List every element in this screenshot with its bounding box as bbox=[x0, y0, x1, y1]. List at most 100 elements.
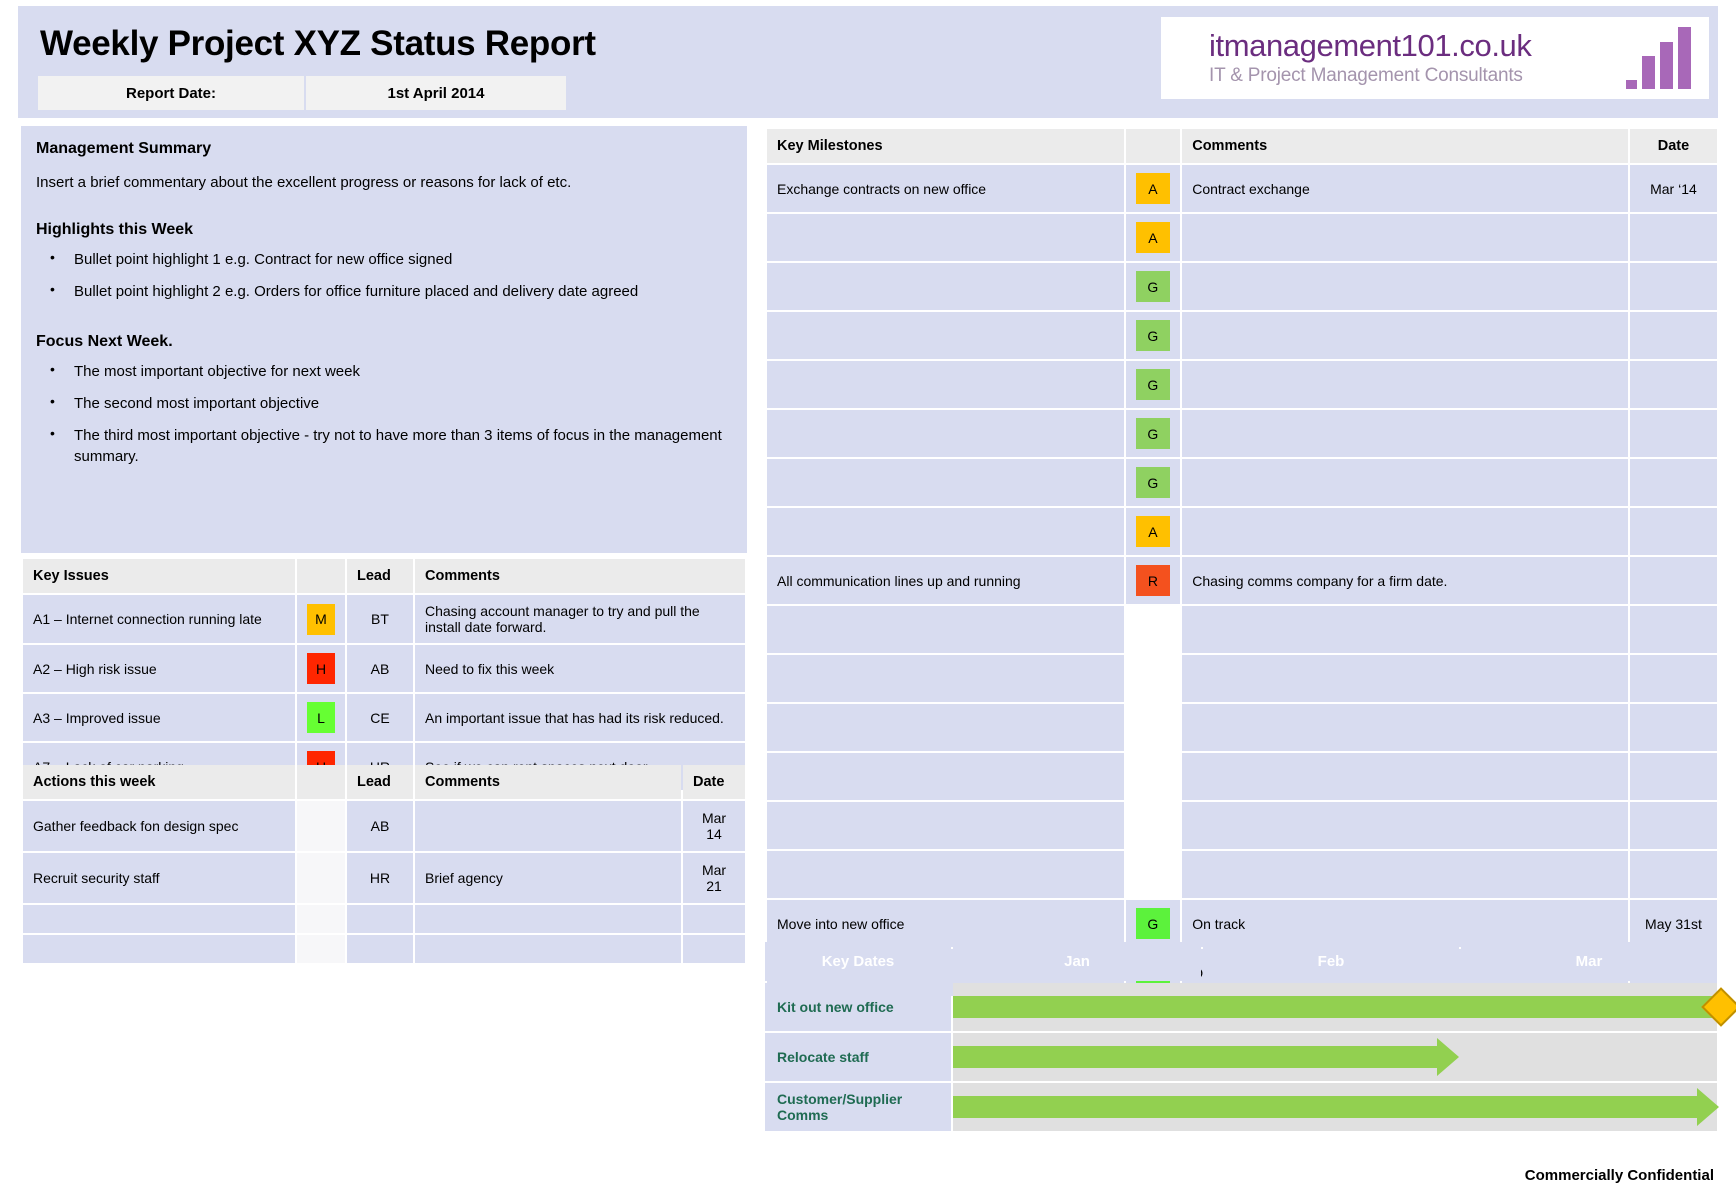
status-badge: R bbox=[1126, 557, 1181, 604]
milestone-name bbox=[767, 704, 1124, 751]
management-summary-panel: Management Summary Insert a brief commen… bbox=[21, 126, 747, 553]
milestone-comment bbox=[1182, 214, 1628, 261]
status-badge bbox=[1126, 704, 1181, 751]
rag-value: G bbox=[1136, 908, 1171, 939]
milestone-date: Mar ‘14 bbox=[1630, 165, 1717, 212]
status-badge: G bbox=[1126, 312, 1181, 359]
action-lead bbox=[347, 935, 413, 963]
milestone-date bbox=[1630, 214, 1717, 261]
col-action-date: Date bbox=[683, 765, 745, 799]
list-item: The most important objective for next we… bbox=[36, 361, 732, 382]
rag-value: M bbox=[307, 604, 335, 635]
milestone-comment bbox=[1182, 410, 1628, 457]
key-dates-gantt: Key Dates Jan Feb Mar Kit out new office… bbox=[763, 940, 1719, 1133]
issue-lead: AB bbox=[347, 645, 413, 692]
col-milestone-comments: Comments bbox=[1182, 129, 1628, 163]
rag-value bbox=[1136, 859, 1171, 890]
highlights-heading: Highlights this Week bbox=[36, 221, 732, 239]
table-row: A3 – Improved issue L CE An important is… bbox=[23, 694, 745, 741]
status-badge: G bbox=[1126, 410, 1181, 457]
table-row bbox=[767, 606, 1717, 653]
col-action-comments: Comments bbox=[415, 765, 681, 799]
action-date: Mar 14 bbox=[683, 801, 745, 851]
table-row: A bbox=[767, 214, 1717, 261]
report-date-box: Report Date: 1st April 2014 bbox=[38, 76, 566, 110]
action-name: Gather feedback fon design spec bbox=[23, 801, 295, 851]
management-summary-heading: Management Summary bbox=[36, 140, 732, 158]
gantt-task-label: Kit out new office bbox=[765, 983, 951, 1031]
rag-value: G bbox=[1136, 369, 1171, 400]
milestone-comment bbox=[1182, 508, 1628, 555]
gantt-track bbox=[953, 983, 1717, 1031]
milestone-date bbox=[1630, 361, 1717, 408]
table-header-row: Key Issues Lead Comments bbox=[23, 559, 745, 593]
milestone-comment: Contract exchange bbox=[1182, 165, 1628, 212]
table-row bbox=[767, 704, 1717, 751]
action-lead: HR bbox=[347, 853, 413, 903]
milestone-date bbox=[1630, 410, 1717, 457]
gantt-table: Key Dates Jan Feb Mar Kit out new office… bbox=[763, 940, 1719, 1133]
rag-value: G bbox=[1136, 467, 1171, 498]
status-badge: H bbox=[297, 645, 345, 692]
col-milestone-rag bbox=[1126, 129, 1181, 163]
rag-value bbox=[1136, 712, 1171, 743]
report-date-value: 1st April 2014 bbox=[306, 76, 566, 110]
table-row: G bbox=[767, 361, 1717, 408]
status-badge: A bbox=[1126, 214, 1181, 261]
logo-company-name: itmanagement101.co.uk bbox=[1209, 29, 1626, 63]
table-row: Exchange contracts on new officeAContrac… bbox=[767, 165, 1717, 212]
milestone-comment bbox=[1182, 459, 1628, 506]
milestone-name bbox=[767, 606, 1124, 653]
rag-value bbox=[1136, 761, 1171, 792]
rag-value bbox=[1136, 614, 1171, 645]
table-row: A1 – Internet connection running late M … bbox=[23, 595, 745, 643]
table-row: Recruit security staff HR Brief agency M… bbox=[23, 853, 745, 903]
rag-value: R bbox=[1136, 565, 1171, 596]
table-row: Gather feedback fon design spec AB Mar 1… bbox=[23, 801, 745, 851]
milestone-comment bbox=[1182, 263, 1628, 310]
rag-value: G bbox=[1136, 271, 1171, 302]
rag-value: A bbox=[1136, 516, 1171, 547]
table-row bbox=[23, 905, 745, 933]
page-title: Weekly Project XYZ Status Report bbox=[40, 24, 596, 64]
milestone-name bbox=[767, 508, 1124, 555]
status-badge bbox=[1126, 655, 1181, 702]
gantt-bar bbox=[953, 1096, 1697, 1118]
milestone-comment: Chasing comms company for a firm date. bbox=[1182, 557, 1628, 604]
bar-chart-icon bbox=[1626, 27, 1709, 89]
milestone-name bbox=[767, 802, 1124, 849]
status-badge: G bbox=[1126, 459, 1181, 506]
rag-value: H bbox=[307, 653, 335, 684]
col-actions: Actions this week bbox=[23, 765, 295, 799]
status-badge bbox=[1126, 753, 1181, 800]
list-item: Bullet point highlight 2 e.g. Orders for… bbox=[36, 281, 732, 302]
footer-confidentiality: Commercially Confidential bbox=[1525, 1167, 1714, 1184]
milestone-comment bbox=[1182, 704, 1628, 751]
issue-name: A1 – Internet connection running late bbox=[23, 595, 295, 643]
gantt-col-jan: Jan bbox=[953, 942, 1201, 981]
action-lead: AB bbox=[347, 801, 413, 851]
issue-lead: CE bbox=[347, 694, 413, 741]
company-logo: itmanagement101.co.uk IT & Project Manag… bbox=[1161, 17, 1709, 99]
actions-section: Actions this week Lead Comments Date Gat… bbox=[21, 763, 747, 965]
table-row bbox=[767, 655, 1717, 702]
table-header-row: Actions this week Lead Comments Date bbox=[23, 765, 745, 799]
milestone-name: All communication lines up and running bbox=[767, 557, 1124, 604]
issue-name: A3 – Improved issue bbox=[23, 694, 295, 741]
rag-value: G bbox=[1136, 418, 1171, 449]
action-flag bbox=[297, 935, 345, 963]
action-comment bbox=[415, 935, 681, 963]
action-flag bbox=[297, 801, 345, 851]
col-action-lead: Lead bbox=[347, 765, 413, 799]
col-issue-rag bbox=[297, 559, 345, 593]
gantt-row: Relocate staff bbox=[765, 1033, 1717, 1081]
action-comment bbox=[415, 905, 681, 933]
table-row: G bbox=[767, 410, 1717, 457]
table-header-row: Key Milestones Comments Date bbox=[767, 129, 1717, 163]
milestone-date bbox=[1630, 459, 1717, 506]
list-item: Bullet point highlight 1 e.g. Contract f… bbox=[36, 249, 732, 270]
col-issue-lead: Lead bbox=[347, 559, 413, 593]
milestone-name bbox=[767, 410, 1124, 457]
actions-table: Actions this week Lead Comments Date Gat… bbox=[21, 763, 747, 965]
action-date bbox=[683, 905, 745, 933]
